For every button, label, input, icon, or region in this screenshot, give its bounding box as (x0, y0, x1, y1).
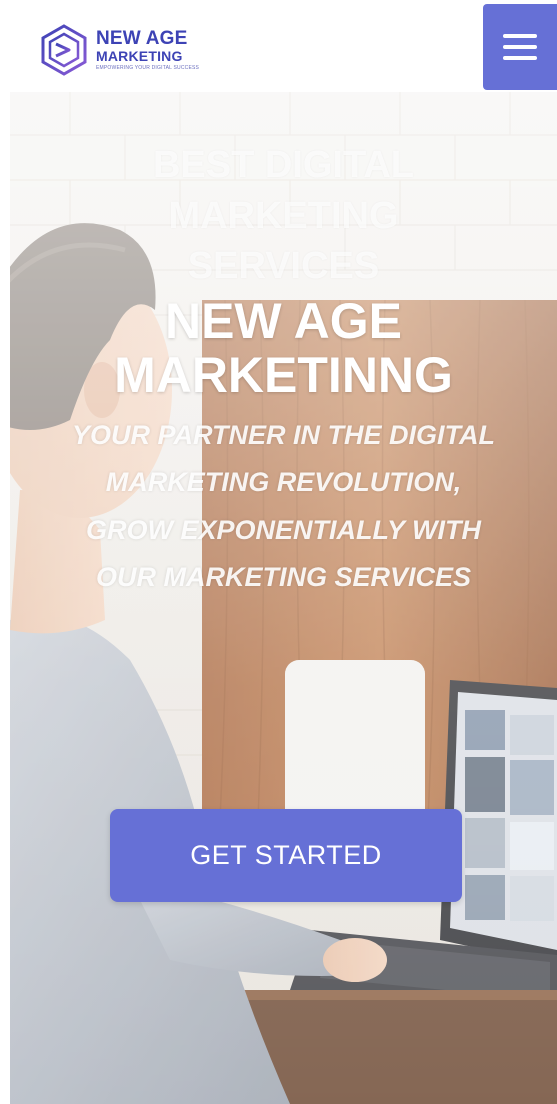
hero-title: NEW AGE MARKETINNG (114, 292, 453, 403)
brand-wordmark: NEW AGE MARKETING EMPOWERING YOUR DIGITA… (96, 29, 199, 71)
get-started-button[interactable]: GET STARTED (110, 809, 462, 902)
hero-section: BEST DIGITAL MARKETING SERVICES NEW AGE … (10, 60, 557, 1104)
hero-eyebrow: BEST DIGITAL MARKETING SERVICES (152, 144, 415, 288)
brand-logo[interactable]: NEW AGE MARKETING EMPOWERING YOUR DIGITA… (36, 22, 199, 78)
hexagon-logo-icon (41, 24, 87, 76)
brand-name-line2: MARKETING (96, 48, 183, 64)
brand-tagline: EMPOWERING YOUR DIGITAL SUCCESS (96, 65, 200, 71)
hero-subtitle: YOUR PARTNER IN THE DIGITAL MARKETING RE… (71, 419, 495, 593)
brand-name-line1: NEW AGE (96, 28, 188, 49)
hamburger-menu-icon (503, 34, 537, 60)
menu-toggle-button[interactable] (483, 4, 557, 90)
hero-content: BEST DIGITAL MARKETING SERVICES NEW AGE … (10, 140, 557, 602)
site-header: NEW AGE MARKETING EMPOWERING YOUR DIGITA… (0, 0, 557, 92)
